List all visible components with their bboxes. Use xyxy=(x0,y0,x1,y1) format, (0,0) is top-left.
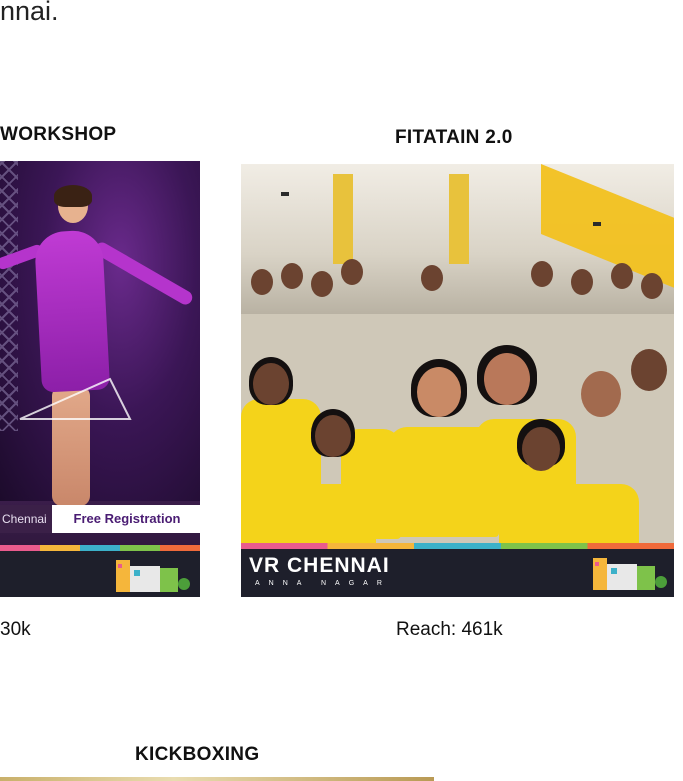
store-sign xyxy=(593,222,601,226)
store-sign xyxy=(281,192,289,196)
dancer-dress xyxy=(33,229,111,393)
kickboxing-title: KICKBOXING xyxy=(135,744,260,765)
mall-building-icon xyxy=(116,560,190,592)
workshop-title: WORKSHOP xyxy=(0,124,117,145)
mall-pillar xyxy=(333,174,353,264)
free-registration-button[interactable]: Free Registration xyxy=(54,505,200,533)
dancer-hair xyxy=(54,185,92,207)
anna-nagar-subtitle: ANNA NAGAR xyxy=(255,580,391,587)
kickboxing-poster-image[interactable] xyxy=(0,777,434,781)
workshop-reach: 30k xyxy=(0,619,31,640)
brand-left-text: Chennai xyxy=(0,505,52,533)
workshop-poster-image[interactable]: Chennai Free Registration xyxy=(0,161,200,597)
triangle-graphic xyxy=(19,377,132,420)
mall-building-icon xyxy=(593,558,667,590)
vr-chennai-logo: VR CHENNAI xyxy=(249,554,390,577)
fitatain-poster-image[interactable]: VR CHENNAI ANNA NAGAR xyxy=(241,164,674,597)
mall-pillar xyxy=(449,174,469,264)
fitatain-reach: Reach: 461k xyxy=(396,619,503,640)
intro-text: nnai. xyxy=(0,0,59,26)
fitatain-title: FITATAIN 2.0 xyxy=(395,127,513,148)
crowd-photo xyxy=(241,259,674,554)
